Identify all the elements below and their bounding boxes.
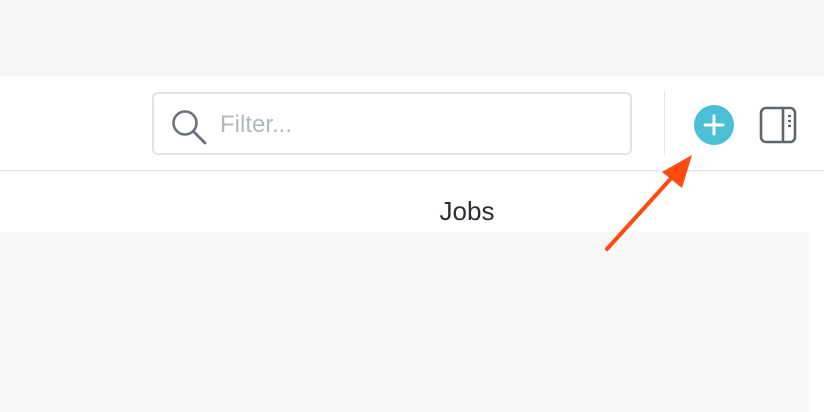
toggle-panel-button[interactable]	[758, 105, 798, 145]
toolbar	[0, 76, 824, 171]
page: Jobs	[0, 0, 824, 412]
filter-box[interactable]	[152, 92, 632, 155]
add-button[interactable]	[694, 105, 734, 145]
jobs-list-area	[0, 232, 810, 412]
filter-input[interactable]	[218, 104, 622, 146]
sidebar-panel-icon	[759, 106, 797, 144]
jobs-column-title: Jobs	[439, 196, 495, 226]
main-content: Jobs	[0, 172, 824, 412]
search-icon	[172, 110, 207, 145]
plus-circle-icon	[703, 114, 725, 136]
top-band	[0, 0, 824, 76]
toolbar-divider	[664, 91, 665, 155]
